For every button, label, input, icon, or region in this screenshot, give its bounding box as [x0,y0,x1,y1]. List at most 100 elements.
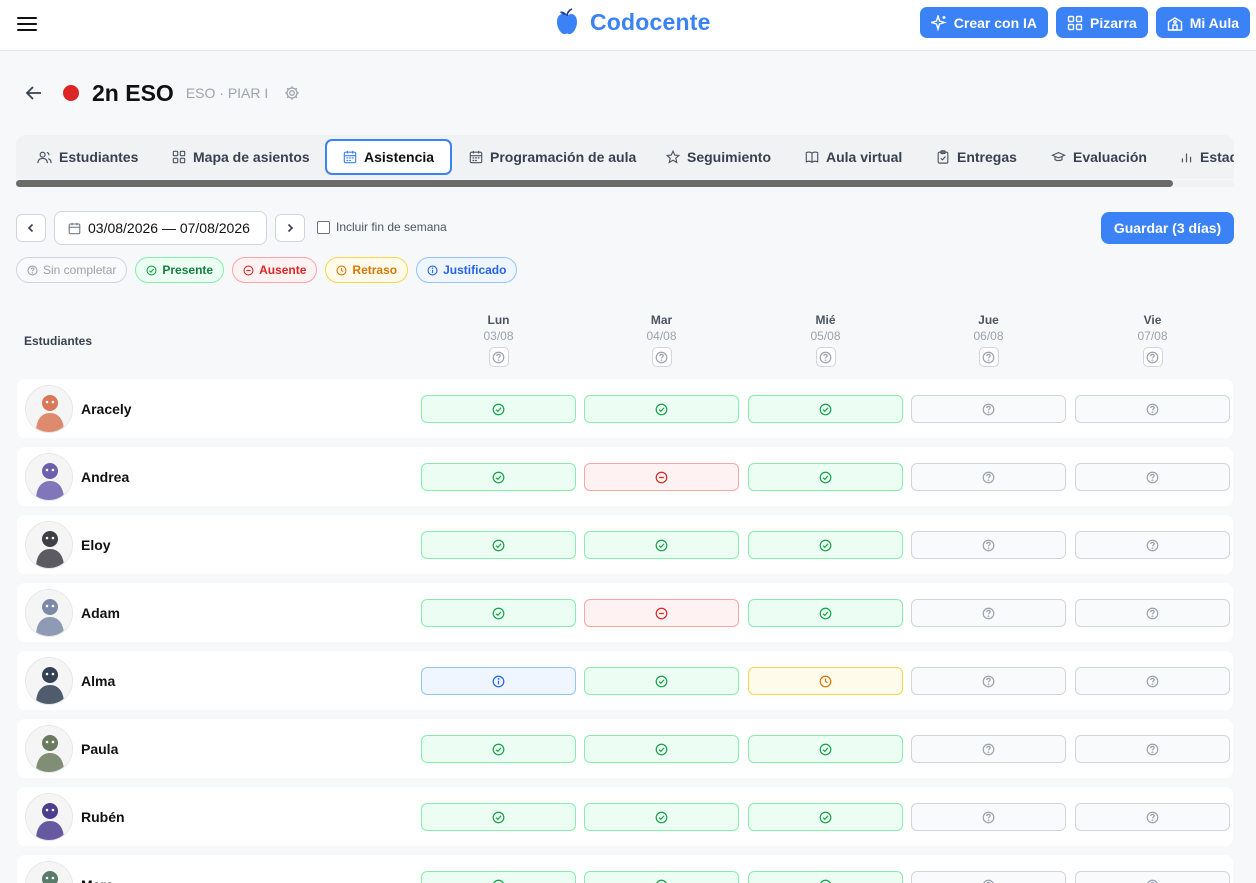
tab-seat-map[interactable]: Mapa de asientos [172,139,310,175]
school-icon [1167,16,1182,31]
attendance-cell-none[interactable] [911,803,1066,831]
attendance-cell-absent[interactable] [584,599,739,627]
tab-tracking[interactable]: Seguimiento [666,139,771,175]
student-name[interactable]: Eloy [81,537,111,553]
attendance-cell-none[interactable] [911,667,1066,695]
menu-icon[interactable] [17,14,37,34]
attendance-cell-present[interactable] [748,599,903,627]
attendance-cell-none[interactable] [1075,531,1230,559]
attendance-cell-none[interactable] [911,871,1066,883]
attendance-cell-present[interactable] [421,735,576,763]
tab-attendance[interactable]: Asistencia [325,139,453,175]
my-classroom-button[interactable]: Mi Aula [1155,7,1250,38]
avatar[interactable] [25,793,73,841]
attendance-cell-present[interactable] [421,803,576,831]
attendance-cell-none[interactable] [1075,395,1230,423]
legend-chip-present[interactable]: Presente [135,257,225,283]
attendance-cell-present[interactable] [748,531,903,559]
attendance-cell-present[interactable] [748,463,903,491]
attendance-cell-present[interactable] [584,395,739,423]
gear-icon[interactable] [284,85,300,101]
tab-evaluation[interactable]: Evaluación [1051,139,1147,175]
legend-chip-absent[interactable]: Ausente [232,257,318,283]
student-name[interactable]: Aracely [81,401,132,417]
student-name[interactable]: Rubén [81,809,125,825]
avatar[interactable] [25,657,73,705]
brand[interactable]: Codocente [554,8,711,36]
attendance-cell-present[interactable] [748,395,903,423]
student-name[interactable]: Alma [81,673,115,689]
tab-virtual-classroom[interactable]: Aula virtual [805,139,902,175]
day-name: Lun [487,313,510,327]
tabs-scrollbar[interactable] [16,180,1173,187]
date-range-picker[interactable]: 03/08/2026 — 07/08/2026 [54,211,267,245]
set-day-status-button[interactable] [815,347,836,367]
avatar-figure [26,658,72,704]
attendance-cell-present[interactable] [421,599,576,627]
set-day-status-button[interactable] [1142,347,1163,367]
legend-chip-late[interactable]: Retraso [325,257,409,283]
prev-week-button[interactable] [16,214,46,242]
attendance-cell-present[interactable] [421,871,576,883]
attendance-cell-present[interactable] [584,667,739,695]
attendance-cell-late[interactable] [748,667,903,695]
legend-chip-justified[interactable]: Justificado [416,257,518,283]
attendance-cell-none[interactable] [911,735,1066,763]
legend-chip-none[interactable]: Sin completar [16,257,128,283]
attendance-cell-present[interactable] [584,735,739,763]
avatar[interactable] [25,521,73,569]
attendance-cell-present[interactable] [584,871,739,883]
attendance-cell-none[interactable] [911,395,1066,423]
attendance-cell-present[interactable] [748,803,903,831]
attendance-cell-present[interactable] [421,531,576,559]
avatar[interactable] [25,861,73,883]
question-circle-icon [1146,675,1159,687]
tab-students[interactable]: Estudiantes [37,139,138,175]
student-name[interactable]: Andrea [81,469,129,485]
attendance-cell-none[interactable] [1075,667,1230,695]
back-arrow-icon[interactable] [24,83,44,103]
set-day-status-button[interactable] [978,347,999,367]
student-name[interactable]: Mara [81,877,114,883]
include-weekend-checkbox[interactable]: Incluir fin de semana [317,220,447,234]
whiteboard-button[interactable]: Pizarra [1056,7,1148,38]
create-ai-button[interactable]: Crear con IA [919,7,1049,38]
check-circle-icon [819,879,832,883]
attendance-cell-present[interactable] [748,871,903,883]
attendance-cell-present[interactable] [584,803,739,831]
avatar[interactable] [25,725,73,773]
attendance-cell-none[interactable] [1075,735,1230,763]
day-name: Mar [650,313,673,327]
student-name[interactable]: Adam [81,605,120,621]
avatar[interactable] [25,385,73,433]
clock-icon [819,675,832,687]
tab-statistics[interactable]: Estad [1180,139,1234,175]
attendance-cell-present[interactable] [584,531,739,559]
set-day-status-button[interactable] [651,347,672,367]
save-button[interactable]: Guardar (3 días) [1101,212,1234,244]
attendance-cell-none[interactable] [911,463,1066,491]
attendance-cell-present[interactable] [421,395,576,423]
tab-submissions[interactable]: Entregas [936,139,1017,175]
avatar[interactable] [25,453,73,501]
student-name[interactable]: Paula [81,741,118,757]
attendance-cell-none[interactable] [1075,463,1230,491]
attendance-cell-none[interactable] [911,599,1066,627]
attendance-cell-none[interactable] [1075,871,1230,883]
set-day-status-button[interactable] [488,347,509,367]
attendance-cell-none[interactable] [1075,803,1230,831]
table-row: Eloy [17,515,1233,574]
attendance-cell-present[interactable] [421,463,576,491]
attendance-cell-none[interactable] [1075,599,1230,627]
attendance-cell-absent[interactable] [584,463,739,491]
avatar-figure [26,794,72,840]
tab-class-planning[interactable]: Programación de aula [469,139,636,175]
attendance-cell-present[interactable] [748,735,903,763]
checkbox-box[interactable] [317,220,330,234]
attendance-cell-justified[interactable] [421,667,576,695]
attendance-cell-none[interactable] [911,531,1066,559]
check-circle-icon [819,811,832,823]
avatar[interactable] [25,589,73,637]
question-circle-icon [1146,811,1159,823]
next-week-button[interactable] [275,214,305,242]
